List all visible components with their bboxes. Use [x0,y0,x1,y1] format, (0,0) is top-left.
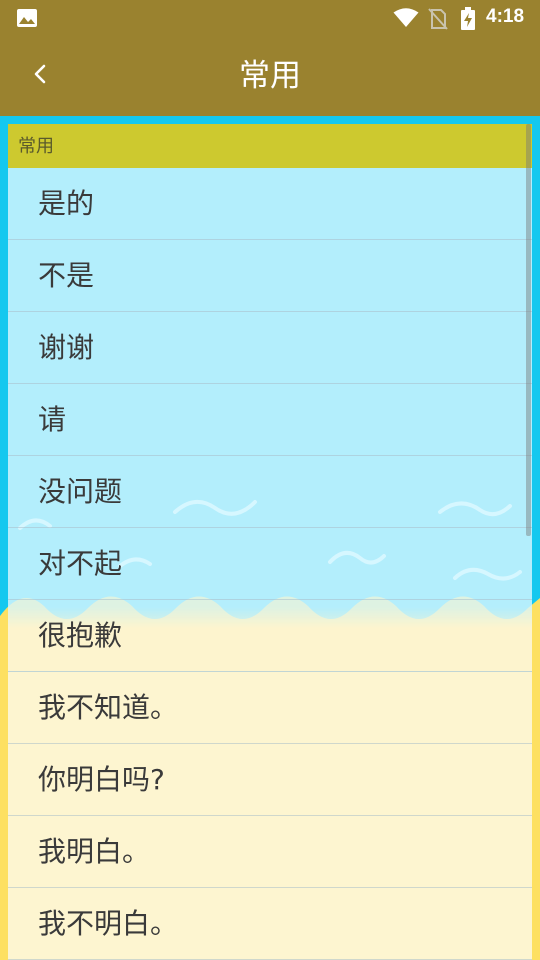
app-bar: 常用 [0,36,540,116]
phrase-item[interactable]: 请 [8,384,532,456]
phrase-item[interactable]: 我不知道。 [8,672,532,744]
no-sim-icon [428,8,448,34]
phrase-item[interactable]: 是的 [8,168,532,240]
battery-charging-icon [460,7,476,35]
phrase-item[interactable]: 我明白。 [8,816,532,888]
section-header: 常用 [8,124,532,168]
status-bar: 4:18 [0,0,540,36]
phrase-panel: 常用 是的 不是 谢谢 请 没问题 对不起 很抱歉 我不知道。 你明白吗? 我明… [8,124,532,960]
phrase-item[interactable]: 很抱歉 [8,600,532,672]
status-time: 4:18 [486,6,525,27]
phrase-list: 是的 不是 谢谢 请 没问题 对不起 很抱歉 我不知道。 你明白吗? 我明白。 … [8,168,532,960]
phrase-item[interactable]: 我不明白。 [8,888,532,960]
phrase-item[interactable]: 不是 [8,240,532,312]
phrase-item[interactable]: 你明白吗? [8,744,532,816]
gallery-icon [16,8,38,32]
phrase-item[interactable]: 没问题 [8,456,532,528]
scrollbar[interactable] [526,124,531,536]
phrase-item[interactable]: 谢谢 [8,312,532,384]
phrase-item[interactable]: 对不起 [8,528,532,600]
wifi-icon [393,8,419,32]
page-title: 常用 [239,58,301,94]
